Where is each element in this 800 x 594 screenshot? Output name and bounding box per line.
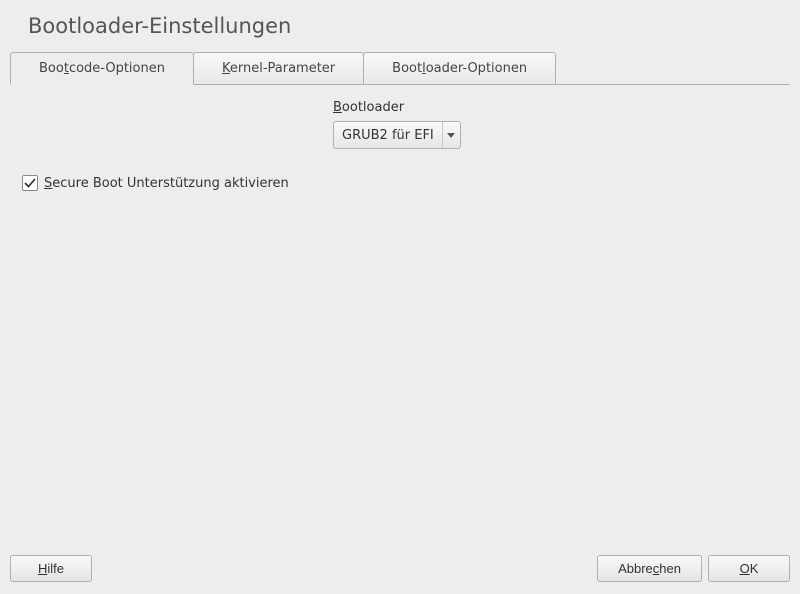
ok-button[interactable]: OK [708, 555, 790, 582]
tab-content: Bootloader GRUB2 für EFI Secure Boot Unt… [0, 86, 800, 205]
cancel-button[interactable]: Abbrechen [597, 555, 702, 582]
bootloader-label: Bootloader [333, 100, 404, 115]
page-title: Bootloader-Einstellungen [0, 0, 800, 52]
help-button[interactable]: Hilfe [10, 555, 92, 582]
dropdown-value: GRUB2 für EFI [334, 123, 442, 148]
tab-bootcode-optionen[interactable]: Bootcode-Optionen [10, 52, 194, 85]
tab-bar: Bootcode-Optionen Kernel-Parameter Bootl… [10, 52, 800, 85]
tab-label: Kernel-Parameter [222, 61, 335, 76]
tab-label: Bootcode-Optionen [39, 61, 165, 76]
tab-label: Bootloader-Optionen [392, 61, 527, 76]
tab-bootloader-optionen[interactable]: Bootloader-Optionen [363, 52, 556, 85]
bootloader-dropdown[interactable]: GRUB2 für EFI [333, 121, 461, 149]
secure-boot-checkbox[interactable] [22, 175, 38, 191]
chevron-down-icon [442, 122, 460, 148]
secure-boot-label[interactable]: Secure Boot Unterstützung aktivieren [44, 176, 289, 191]
tab-kernel-parameter[interactable]: Kernel-Parameter [193, 52, 364, 85]
button-bar: Hilfe Abbrechen OK [10, 555, 790, 582]
